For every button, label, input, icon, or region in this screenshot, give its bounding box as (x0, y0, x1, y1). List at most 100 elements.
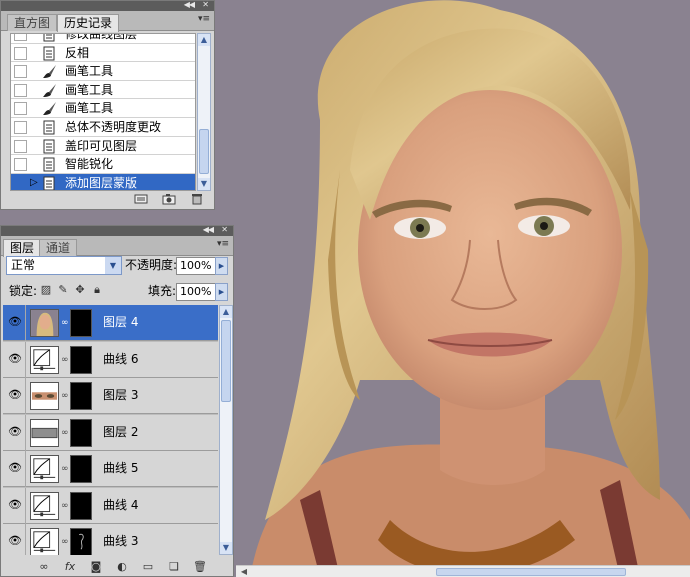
snapshot-checkbox[interactable] (14, 46, 27, 60)
visibility-eye-icon[interactable]: 👁︎ (6, 352, 24, 366)
history-footer (134, 193, 204, 207)
tab-channels[interactable]: 通道 (39, 239, 78, 256)
visibility-eye-icon[interactable]: 👁︎ (6, 425, 24, 439)
tab-histogram[interactable]: 直方图 (7, 14, 58, 31)
camera-snapshot-icon[interactable] (162, 193, 176, 205)
lock-all-icon[interactable]: 🔒︎ (91, 283, 103, 296)
history-item[interactable]: 画笔工具 (11, 81, 195, 100)
layer-row[interactable]: 👁︎ ∞ 曲线 5 (3, 451, 218, 487)
layer-mask-thumbnail[interactable] (70, 345, 92, 374)
visibility-eye-icon[interactable]: 👁︎ (6, 388, 24, 402)
layer-name[interactable]: 图层 3 (103, 388, 138, 403)
visibility-eye-icon[interactable]: 👁︎ (6, 534, 24, 548)
scroll-thumb[interactable] (436, 568, 626, 576)
lock-image-pixels-icon[interactable]: ✎ (57, 283, 69, 296)
layer-name[interactable]: 曲线 4 (103, 498, 138, 513)
snapshot-checkbox[interactable] (14, 102, 27, 116)
layer-style-fx-icon[interactable]: fx (63, 560, 77, 573)
chain-link-icon[interactable]: ∞ (61, 355, 69, 365)
collapse-icon[interactable]: ◀◀ (184, 0, 195, 9)
layer-row[interactable]: 👁︎ ∞ 曲线 6 (3, 341, 218, 378)
scroll-thumb[interactable] (221, 320, 231, 402)
add-layer-mask-icon[interactable]: ◙ (89, 560, 103, 573)
chain-link-icon[interactable]: ∞ (61, 428, 69, 438)
layer-row-selected[interactable]: 👁︎ ∞ 图层 4 (3, 305, 218, 341)
history-state-pointer-icon[interactable]: ▷ (30, 177, 38, 188)
history-item[interactable]: 反相 (11, 44, 195, 63)
layer-mask-thumbnail[interactable] (70, 418, 92, 447)
layers-vertical-scrollbar[interactable]: ▲ ▼ (219, 305, 233, 555)
row-divider (25, 305, 26, 341)
snapshot-checkbox[interactable] (14, 34, 27, 41)
history-vertical-scrollbar[interactable]: ▲ ▼ (197, 33, 211, 191)
layer-row[interactable]: 👁︎ ∞ 曲线 3 (3, 524, 218, 555)
chain-link-icon[interactable]: ∞ (61, 501, 69, 511)
layer-name[interactable]: 曲线 5 (103, 461, 138, 476)
scroll-down-icon[interactable]: ▼ (220, 542, 232, 554)
snapshot-checkbox[interactable] (14, 176, 27, 190)
lock-position-icon[interactable]: ✥ (74, 283, 86, 296)
panel-menu-icon[interactable]: ▾≡ (217, 239, 229, 249)
scroll-thumb[interactable] (199, 129, 209, 174)
history-item-selected[interactable]: ▷ 添加图层蒙版 (11, 173, 195, 190)
opacity-slider-arrow-icon[interactable]: ▶ (215, 257, 228, 275)
layer-name[interactable]: 图层 4 (103, 315, 138, 330)
snapshot-checkbox[interactable] (14, 121, 27, 134)
panel-titlebar[interactable]: ◀◀ ✕ (1, 225, 233, 236)
history-item[interactable]: 画笔工具 (11, 99, 195, 118)
close-icon[interactable]: ✕ (202, 0, 209, 9)
scroll-up-icon[interactable]: ▲ (220, 306, 232, 318)
history-item[interactable]: 画笔工具 (11, 62, 195, 81)
scroll-up-icon[interactable]: ▲ (198, 34, 210, 46)
lock-transparent-pixels-icon[interactable]: ▨ (40, 283, 52, 296)
new-adjustment-layer-icon[interactable]: ◐ (115, 560, 129, 573)
layer-name[interactable]: 图层 2 (103, 425, 138, 440)
scroll-left-icon[interactable]: ◀ (238, 566, 250, 577)
layer-row[interactable]: 👁︎ ∞ 曲线 4 (3, 487, 218, 524)
collapse-icon[interactable]: ◀◀ (203, 225, 214, 234)
layer-name[interactable]: 曲线 6 (103, 352, 138, 367)
layer-mask-thumbnail[interactable] (70, 309, 92, 337)
history-item[interactable]: 盖印可见图层 (11, 137, 195, 156)
layer-row[interactable]: 👁︎ ∞ 图层 3 (3, 378, 218, 414)
layer-mask-thumbnail[interactable] (70, 491, 92, 520)
blend-mode-select[interactable]: 正常 ▼ (6, 256, 122, 275)
visibility-eye-icon[interactable]: 👁︎ (6, 498, 24, 512)
curves-adjustment-icon (30, 491, 59, 520)
brush-icon (43, 83, 56, 97)
snapshot-checkbox[interactable] (14, 65, 27, 79)
tab-layers[interactable]: 图层 (3, 239, 42, 257)
layer-name[interactable]: 曲线 3 (103, 534, 138, 549)
layer-mask-thumbnail[interactable] (70, 382, 92, 410)
chevron-down-icon[interactable]: ▼ (105, 257, 121, 274)
snapshot-checkbox[interactable] (14, 139, 27, 153)
layer-row[interactable]: 👁︎ ∞ 图层 2 (3, 414, 218, 451)
history-item[interactable]: 修改曲线图层 (11, 34, 195, 44)
layer-thumbnail-gray (30, 418, 59, 447)
history-item[interactable]: 总体不透明度更改 (11, 118, 195, 137)
trash-icon[interactable] (190, 193, 204, 205)
layer-mask-thumbnail[interactable] (70, 528, 92, 555)
new-document-from-state-icon[interactable] (134, 193, 148, 205)
trash-icon[interactable]: 🗑︎ (193, 560, 207, 573)
fill-slider-arrow-icon[interactable]: ▶ (215, 283, 228, 301)
panel-titlebar[interactable]: ◀◀ ✕ (1, 0, 214, 11)
chain-link-icon[interactable]: ∞ (61, 391, 69, 401)
visibility-eye-icon[interactable]: 👁︎ (6, 461, 24, 475)
layer-mask-thumbnail[interactable] (70, 455, 92, 483)
scroll-down-icon[interactable]: ▼ (198, 178, 210, 190)
history-item[interactable]: 智能锐化 (11, 155, 195, 174)
close-icon[interactable]: ✕ (221, 225, 228, 234)
link-layers-icon[interactable]: ∞ (37, 560, 51, 573)
visibility-eye-icon[interactable]: 👁︎ (6, 315, 24, 329)
canvas-horizontal-scrollbar[interactable]: ◀ (236, 565, 690, 577)
chain-link-icon[interactable]: ∞ (61, 318, 69, 328)
new-layer-icon[interactable]: ❏ (167, 560, 181, 573)
new-group-folder-icon[interactable]: ▭ (141, 560, 155, 573)
snapshot-checkbox[interactable] (14, 83, 27, 97)
panel-menu-icon[interactable]: ▾≡ (198, 14, 210, 24)
chain-link-icon[interactable]: ∞ (61, 537, 69, 547)
snapshot-checkbox[interactable] (14, 158, 27, 172)
tab-history[interactable]: 历史记录 (57, 14, 120, 32)
chain-link-icon[interactable]: ∞ (61, 464, 69, 474)
